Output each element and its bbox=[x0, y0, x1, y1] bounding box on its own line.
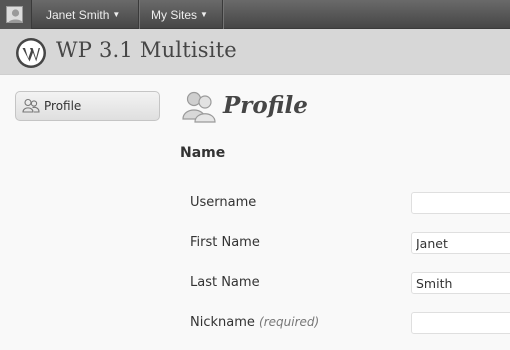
caret-down-icon: ▼ bbox=[112, 10, 121, 19]
username-field[interactable] bbox=[411, 192, 510, 214]
user-menu[interactable]: Janet Smith ▼ bbox=[46, 0, 120, 29]
site-header: WP 3.1 Multisite bbox=[0, 29, 510, 75]
nickname-field[interactable] bbox=[411, 312, 510, 334]
nickname-label-row: Nickname (required) bbox=[190, 315, 319, 330]
first-name-label: First Name bbox=[190, 235, 260, 250]
site-title[interactable]: WP 3.1 Multisite bbox=[56, 38, 237, 62]
my-sites-label: My Sites bbox=[151, 8, 198, 22]
avatar[interactable] bbox=[0, 0, 32, 29]
last-name-field[interactable] bbox=[411, 272, 510, 294]
username-label: Username bbox=[190, 195, 257, 210]
users-icon bbox=[181, 89, 217, 125]
sidebar-item-profile[interactable]: Profile bbox=[15, 91, 160, 121]
page-title: Profile bbox=[223, 92, 308, 119]
admin-bar-divider bbox=[138, 0, 139, 29]
admin-bar: Janet Smith ▼ My Sites ▼ bbox=[0, 0, 510, 29]
sidebar-item-label: Profile bbox=[44, 99, 82, 113]
required-note: (required) bbox=[259, 315, 320, 329]
my-sites-menu[interactable]: My Sites ▼ bbox=[151, 0, 208, 29]
caret-down-icon: ▼ bbox=[200, 10, 208, 19]
first-name-field[interactable] bbox=[411, 232, 510, 254]
users-icon bbox=[22, 98, 40, 114]
nickname-label: Nickname bbox=[190, 315, 255, 330]
avatar-icon bbox=[6, 6, 23, 23]
admin-bar-divider bbox=[222, 0, 223, 29]
user-menu-label: Janet Smith bbox=[46, 8, 110, 22]
last-name-label: Last Name bbox=[190, 275, 260, 290]
wordpress-logo-icon[interactable] bbox=[15, 37, 47, 69]
section-heading: Name bbox=[180, 145, 226, 161]
